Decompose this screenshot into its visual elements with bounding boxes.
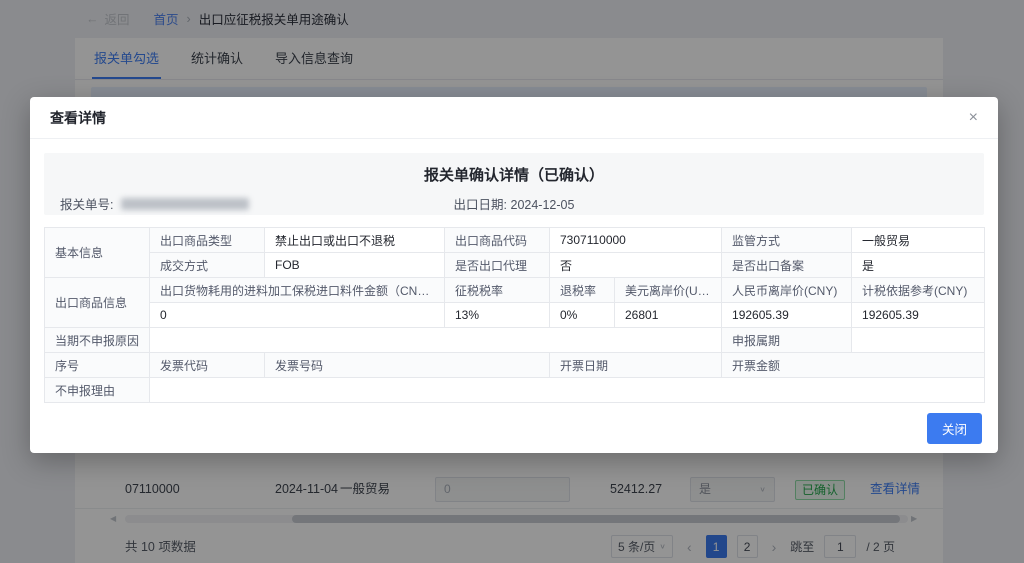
detail-cell-label: 序号 [45, 353, 150, 378]
detail-cell-label: 计税依据参考(CNY) [852, 278, 985, 303]
detail-cell-value: 禁止出口或出口不退税 [265, 228, 445, 253]
close-icon[interactable]: × [969, 110, 978, 126]
detail-table-row: 基本信息出口商品类型禁止出口或出口不退税出口商品代码7307110000监管方式… [45, 228, 985, 253]
detail-cell-label: 征税税率 [445, 278, 550, 303]
detail-cell-value: 一般贸易 [852, 228, 985, 253]
detail-cell-value: 192605.39 [852, 303, 985, 328]
detail-cell-label: 申报属期 [722, 328, 852, 353]
detail-cell-label: 是否出口备案 [722, 253, 852, 278]
detail-cell-label: 美元离岸价(US$) [615, 278, 722, 303]
detail-cell-value: 192605.39 [722, 303, 852, 328]
detail-cell-value: 26801 [615, 303, 722, 328]
modal-footer: 关闭 [30, 403, 998, 453]
summary-row: 报关单号: 出口日期: 2024-12-05 [44, 194, 984, 210]
declaration-number-masked [121, 198, 249, 210]
detail-cell-label: 成交方式 [150, 253, 265, 278]
detail-cell-label: 开票金额 [722, 353, 985, 378]
detail-cell-label: 出口商品信息 [45, 278, 150, 328]
export-date-value: 2024-12-05 [511, 198, 575, 212]
detail-cell-label: 出口商品类型 [150, 228, 265, 253]
declaration-number: 报关单号: [60, 194, 249, 213]
detail-table: 基本信息出口商品类型禁止出口或出口不退税出口商品代码7307110000监管方式… [44, 227, 985, 403]
detail-table-body: 基本信息出口商品类型禁止出口或出口不退税出口商品代码7307110000监管方式… [45, 228, 985, 403]
detail-cell-value: 否 [550, 253, 722, 278]
detail-table-row: 不申报理由 [45, 378, 985, 403]
modal-body: 报关单确认详情（已确认） 报关单号: 出口日期: 2024-12-05 基本信息… [30, 139, 998, 403]
detail-cell-label: 人民币离岸价(CNY) [722, 278, 852, 303]
modal-header: 查看详情 × [30, 97, 998, 139]
declaration-summary: 报关单确认详情（已确认） 报关单号: 出口日期: 2024-12-05 [44, 153, 984, 215]
detail-cell-value: 0% [550, 303, 615, 328]
detail-modal: 查看详情 × 报关单确认详情（已确认） 报关单号: 出口日期: 2024-12-… [30, 97, 998, 453]
detail-cell-value: 是 [852, 253, 985, 278]
detail-cell-label: 开票日期 [550, 353, 722, 378]
detail-table-row: 序号发票代码发票号码开票日期开票金额 [45, 353, 985, 378]
detail-cell-label: 出口货物耗用的进料加工保税进口料件金额（CNY） [150, 278, 445, 303]
detail-cell-label: 出口商品代码 [445, 228, 550, 253]
detail-cell-value [150, 328, 722, 353]
close-button[interactable]: 关闭 [927, 413, 982, 444]
modal-title: 查看详情 [50, 108, 106, 128]
detail-table-row: 当期不申报原因 申报属期 [45, 328, 985, 353]
detail-cell-label: 不申报理由 [45, 378, 150, 403]
detail-cell-label: 基本信息 [45, 228, 150, 278]
detail-cell-value: 7307110000 [550, 228, 722, 253]
detail-table-row: 成交方式FOB是否出口代理否是否出口备案是 [45, 253, 985, 278]
detail-cell-label: 是否出口代理 [445, 253, 550, 278]
detail-cell-label: 发票号码 [265, 353, 550, 378]
detail-cell-value [150, 378, 985, 403]
declaration-heading: 报关单确认详情（已确认） [44, 153, 984, 185]
declaration-number-label: 报关单号: [60, 194, 113, 213]
detail-cell-value: FOB [265, 253, 445, 278]
detail-cell-label: 退税率 [550, 278, 615, 303]
detail-cell-label: 发票代码 [150, 353, 265, 378]
detail-cell-value: 13% [445, 303, 550, 328]
detail-table-row: 013%0%26801192605.39192605.39 [45, 303, 985, 328]
export-date-label: 出口日期: [454, 198, 507, 212]
detail-cell-value [852, 328, 985, 353]
detail-cell-value: 0 [150, 303, 445, 328]
detail-table-row: 出口商品信息出口货物耗用的进料加工保税进口料件金额（CNY）征税税率退税率美元离… [45, 278, 985, 303]
detail-cell-label: 当期不申报原因 [45, 328, 150, 353]
detail-cell-label: 监管方式 [722, 228, 852, 253]
